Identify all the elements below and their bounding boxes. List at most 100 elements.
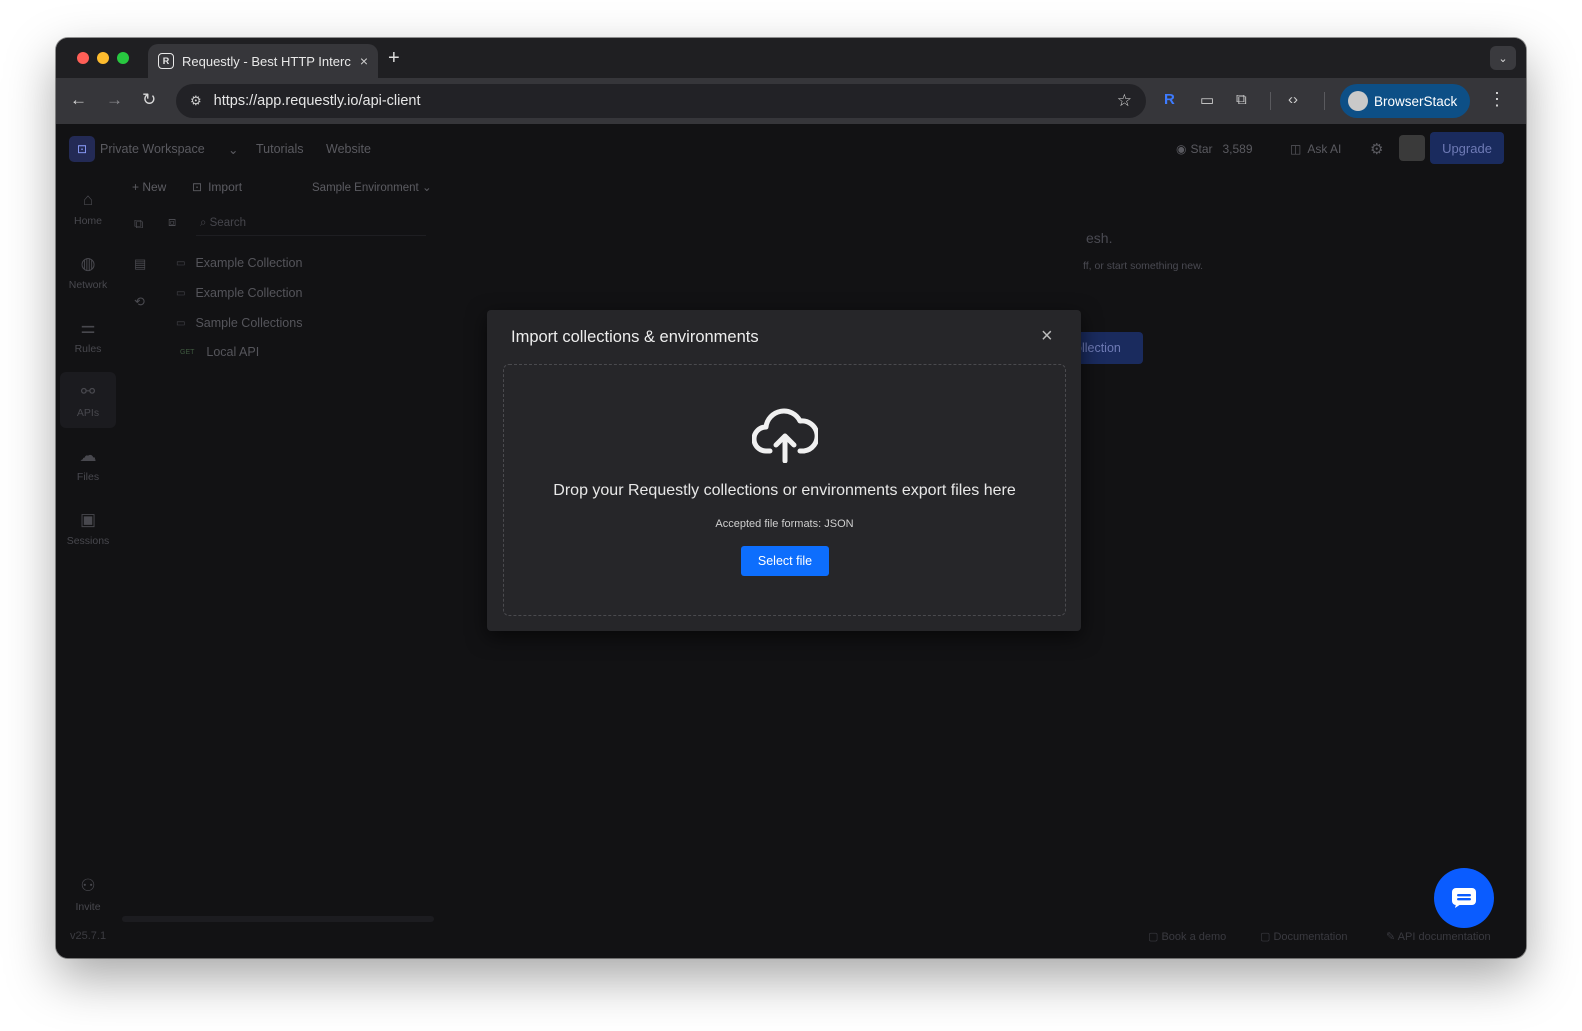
history-icon[interactable]: ⟲ <box>134 294 145 310</box>
multi-select-icon[interactable]: ⧈ <box>168 214 176 230</box>
rail-sessions-label: Sessions <box>66 534 110 547</box>
profile-button[interactable]: BrowserStack <box>1340 84 1470 118</box>
toolbar-divider <box>1324 92 1325 110</box>
horizontal-scrollbar[interactable] <box>122 916 434 922</box>
rail-invite[interactable]: ⚇ Invite <box>60 866 116 922</box>
rail-home-label: Home <box>73 214 102 227</box>
star-count: 3,589 <box>1222 142 1253 156</box>
rail-sessions[interactable]: ▣ Sessions <box>60 500 116 556</box>
reload-icon[interactable]: ↻ <box>142 90 156 110</box>
api-plug-icon: ⚯ <box>80 381 96 401</box>
rail-network[interactable]: ◍ Network <box>60 244 116 300</box>
settings-gear-icon[interactable]: ⚙ <box>1370 136 1383 162</box>
tree-item-label: Example Collection <box>195 286 303 300</box>
site-info-icon[interactable]: ⚙ <box>190 93 202 109</box>
upgrade-button[interactable]: Upgrade <box>1430 132 1504 164</box>
devtools-icon[interactable]: ‹› <box>1288 91 1298 108</box>
modal-title: Import collections & environments <box>511 328 759 346</box>
github-icon: ◉ <box>1176 142 1187 156</box>
requestly-extension-icon[interactable]: R <box>1164 91 1175 108</box>
sliders-icon: ⚌ <box>80 317 96 337</box>
new-button[interactable]: + New <box>132 174 166 200</box>
tree-item[interactable]: ▭ Example Collection <box>176 252 302 274</box>
bookmark-star-icon[interactable]: ☆ <box>1117 91 1132 111</box>
import-button[interactable]: ⊡ Import <box>192 174 242 200</box>
tutorials-link[interactable]: Tutorials <box>256 142 303 156</box>
environments-icon[interactable]: ▤ <box>134 256 146 272</box>
close-icon[interactable]: × <box>1041 324 1053 348</box>
environment-select[interactable]: Sample Environment ⌄ <box>312 174 432 200</box>
empty-state-heading: esh. <box>1086 230 1113 246</box>
book-demo-link[interactable]: ▢ Book a demo <box>1148 930 1226 943</box>
browser-menu-icon[interactable]: ⋮ <box>1488 89 1506 110</box>
workspace-name[interactable]: Private Workspace <box>100 142 205 156</box>
api-documentation-link[interactable]: ✎ API documentation <box>1386 930 1491 943</box>
workspace-chevron-down-icon[interactable]: ⌄ <box>228 142 238 157</box>
github-star-button[interactable]: ◉ Star 3,589 <box>1176 136 1253 162</box>
profile-avatar <box>1348 91 1368 111</box>
add-user-icon: ⚇ <box>80 875 96 895</box>
rail-apis[interactable]: ⚯ APIs <box>60 372 116 428</box>
tab-title: Requestly - Best HTTP Interc <box>182 53 351 69</box>
ask-ai-icon: ◫ <box>1290 142 1302 156</box>
import-icon: ⊡ <box>192 180 203 194</box>
import-modal: Import collections & environments × Drop… <box>487 310 1081 631</box>
forward-icon[interactable]: → <box>106 90 123 110</box>
website-link[interactable]: Website <box>326 142 371 156</box>
address-bar[interactable]: ⚙ https://app.requestly.io/api-client ☆ <box>176 84 1146 118</box>
tree-item[interactable]: ▭ Sample Collections <box>176 312 302 334</box>
minimize-window-button[interactable] <box>97 52 109 64</box>
method-tag: GET <box>180 348 195 356</box>
rail-apis-label: APIs <box>76 406 100 419</box>
ask-ai-label: Ask AI <box>1307 142 1342 156</box>
file-drop-zone[interactable]: Drop your Requestly collections or envir… <box>503 364 1066 616</box>
rail-files[interactable]: ☁ Files <box>60 436 116 492</box>
star-label: Star <box>1190 142 1213 156</box>
tree-item-label: Example Collection <box>195 256 303 270</box>
url-text[interactable]: https://app.requestly.io/api-client <box>214 93 1117 109</box>
requestly-favicon-icon: R <box>158 53 174 69</box>
ask-ai-button[interactable]: ◫ Ask AI <box>1290 136 1341 162</box>
user-avatar[interactable] <box>1399 135 1425 161</box>
cloud-icon: ☁ <box>79 445 97 465</box>
search-input[interactable]: ⌕ Search <box>196 212 426 236</box>
collections-icon[interactable]: ⧉ <box>134 216 143 232</box>
tree-item[interactable]: GET Local API <box>176 341 259 363</box>
app-version: v25.7.1 <box>70 930 107 942</box>
rail-network-label: Network <box>68 278 108 291</box>
back-icon[interactable]: ← <box>70 90 87 110</box>
chat-bubble-icon <box>1452 888 1476 908</box>
profile-name: BrowserStack <box>1374 93 1458 109</box>
cast-icon[interactable]: ▭ <box>1200 91 1214 109</box>
close-window-button[interactable] <box>77 52 89 64</box>
rail-rules-label: Rules <box>74 342 102 355</box>
rail-home[interactable]: ⌂ Home <box>60 180 116 236</box>
chat-widget-button[interactable] <box>1434 868 1494 928</box>
new-tab-button[interactable]: + <box>388 47 400 70</box>
tree-item[interactable]: ▭ Example Collection <box>176 282 302 304</box>
browser-tab[interactable]: R Requestly - Best HTTP Interc × <box>148 44 378 78</box>
requestly-app: ⊡ Private Workspace ⌄ Tutorials Website … <box>56 124 1526 958</box>
folder-icon: ▭ <box>176 317 186 329</box>
browser-toolbar: ← → ↻ ⚙ https://app.requestly.io/api-cli… <box>56 78 1526 124</box>
extensions-icon[interactable]: ⧉ <box>1236 91 1247 108</box>
home-icon: ⌂ <box>82 189 94 209</box>
tab-search-button[interactable]: ⌄ <box>1490 46 1516 70</box>
zoom-window-button[interactable] <box>117 52 129 64</box>
tree-item-label: Sample Collections <box>195 316 303 330</box>
tree-item-label: Local API <box>206 345 260 359</box>
tab-strip: R Requestly - Best HTTP Interc × + ⌄ <box>56 38 1526 78</box>
import-label: Import <box>208 180 243 194</box>
cloud-upload-icon <box>752 408 818 463</box>
workspace-icon[interactable]: ⊡ <box>69 136 95 162</box>
drop-instructions: Drop your Requestly collections or envir… <box>553 482 1016 499</box>
video-camera-icon: ▣ <box>79 509 97 529</box>
app-header: ⊡ Private Workspace ⌄ Tutorials Website … <box>56 124 1526 174</box>
empty-state-subtext: ff, or start something new. <box>1083 260 1204 272</box>
rail-files-label: Files <box>76 470 100 483</box>
tab-close-icon[interactable]: × <box>360 53 368 69</box>
rail-rules[interactable]: ⚌ Rules <box>60 308 116 364</box>
toolbar-divider <box>1270 92 1271 110</box>
select-file-button[interactable]: Select file <box>741 546 829 576</box>
documentation-link[interactable]: ▢ Documentation <box>1260 930 1347 943</box>
